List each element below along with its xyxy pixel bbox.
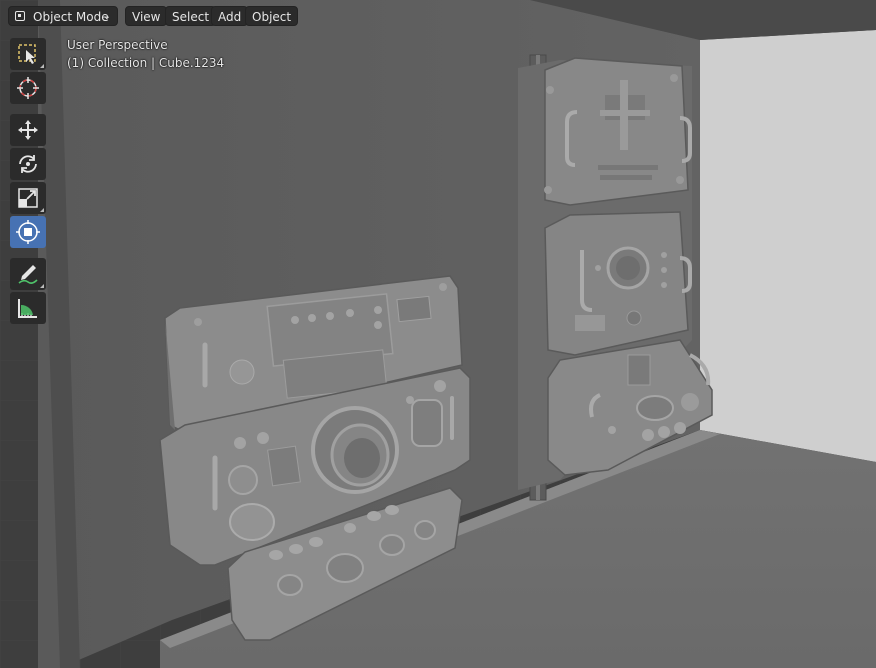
viewport-header: Object Mode ⌄ View Select Add Object [0,0,876,32]
tool-transform[interactable] [10,216,46,248]
cursor-icon [17,77,39,99]
annotate-icon [18,265,38,284]
object-mode-dropdown[interactable]: Object Mode ⌄ [8,6,118,26]
tool-annotate[interactable] [10,258,46,290]
select-menu[interactable]: Select [165,6,217,26]
tool-select-box[interactable] [10,38,46,70]
add-menu[interactable]: Add [211,6,249,26]
object-menu[interactable]: Object [245,6,299,26]
view-menu[interactable]: View [125,6,168,26]
scene-render [0,0,876,668]
mode-label: Object Mode [33,10,109,24]
transform-icon [16,220,40,244]
scale-icon [18,188,38,208]
right-wall [700,30,876,462]
rotate-icon [19,155,37,173]
tool-scale[interactable] [10,182,46,214]
tool-cursor[interactable] [10,72,46,104]
measure-icon [18,299,37,318]
view-perspective-label: User Perspective [67,38,168,52]
right-panel-stack [518,54,713,501]
move-icon [18,120,38,140]
object-mode-icon [15,11,25,21]
tool-move[interactable] [10,114,46,146]
active-object-label: (1) Collection | Cube.1234 [67,56,225,70]
3d-viewport[interactable]: Object Mode ⌄ View Select Add Object Use… [0,0,876,668]
tool-rotate[interactable] [10,148,46,180]
select-box-icon [18,44,36,64]
chevron-down-icon: ⌄ [102,11,111,22]
tool-measure[interactable] [10,292,46,324]
